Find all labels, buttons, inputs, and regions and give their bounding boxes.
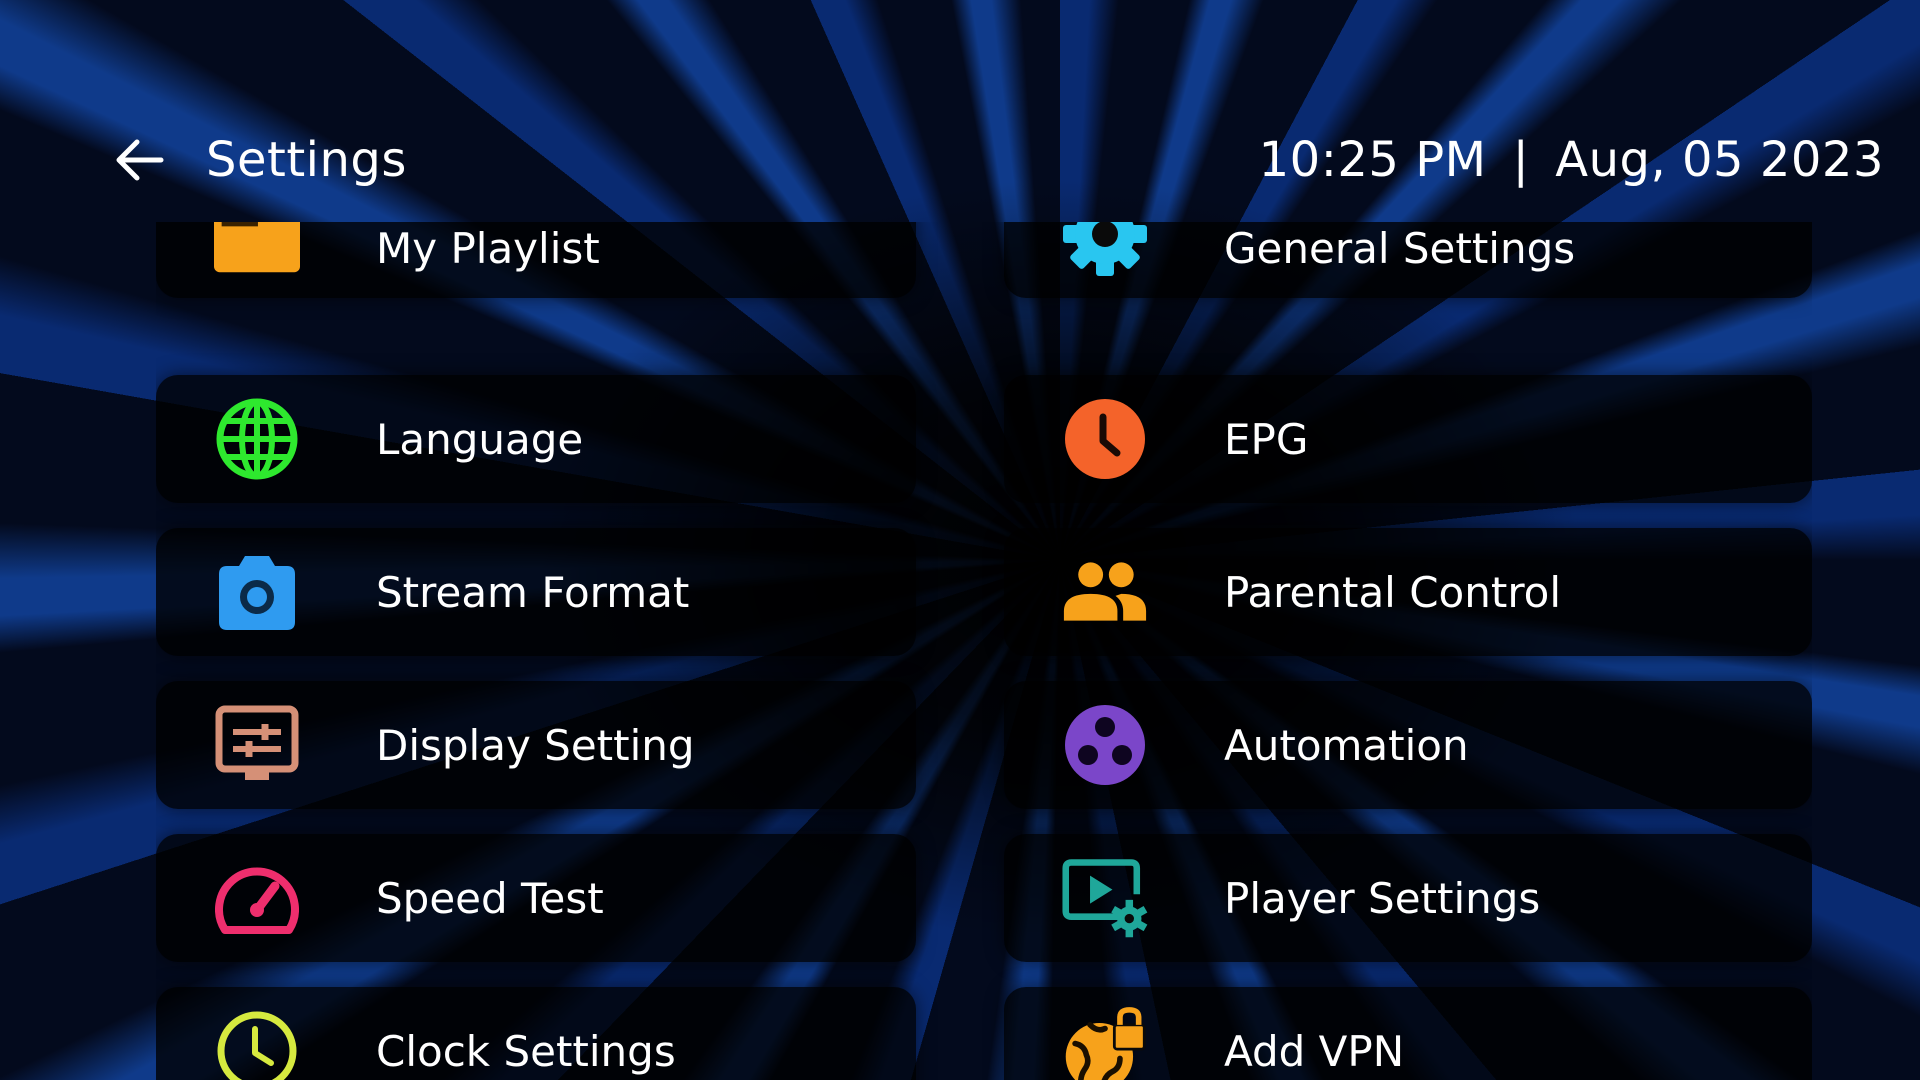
settings-item-language[interactable]: Language	[156, 375, 916, 503]
settings-item-label: Clock Settings	[376, 1026, 676, 1076]
settings-item-label: Add VPN	[1224, 1026, 1405, 1076]
monitor-sliders-icon	[214, 702, 300, 788]
speedometer-icon	[214, 855, 300, 941]
settings-item-label: Language	[376, 414, 584, 464]
datetime-separator: |	[1512, 132, 1530, 188]
vpn-globe-lock-icon	[1062, 1007, 1148, 1080]
settings-item-label: My Playlist	[376, 224, 600, 273]
datetime-display: 10:25 PM | Aug, 05 2023	[1259, 132, 1884, 188]
settings-item-label: General Settings	[1224, 224, 1576, 273]
settings-item-label: Display Setting	[376, 720, 695, 770]
playlist-icon	[214, 222, 300, 277]
settings-item-label: Automation	[1224, 720, 1469, 770]
settings-screen: Settings 10:25 PM | Aug, 05 2023 My Play…	[0, 0, 1920, 1080]
current-time: 10:25 PM	[1258, 132, 1487, 188]
settings-item-add-vpn[interactable]: Add VPN	[1004, 987, 1812, 1080]
settings-item-label: Parental Control	[1224, 567, 1562, 617]
settings-grid: My Playlist General Settings Language EP…	[156, 222, 1812, 1080]
automation-icon	[1062, 702, 1148, 788]
settings-item-epg[interactable]: EPG	[1004, 375, 1812, 503]
player-settings-icon	[1062, 855, 1148, 941]
arrow-left-icon	[116, 139, 164, 181]
settings-item-label: Speed Test	[376, 873, 604, 923]
settings-item-general-settings[interactable]: General Settings	[1004, 222, 1812, 298]
settings-item-display-setting[interactable]: Display Setting	[156, 681, 916, 809]
settings-item-clock-settings[interactable]: Clock Settings	[156, 987, 916, 1080]
globe-icon	[214, 396, 300, 482]
people-icon	[1062, 549, 1148, 635]
header-bar: Settings 10:25 PM | Aug, 05 2023	[110, 120, 1884, 200]
settings-item-player-settings[interactable]: Player Settings	[1004, 834, 1812, 962]
clock-icon	[214, 1008, 300, 1080]
settings-item-label: Player Settings	[1224, 873, 1541, 923]
gear-icon	[1062, 222, 1148, 277]
settings-item-label: Stream Format	[376, 567, 690, 617]
settings-item-speed-test[interactable]: Speed Test	[156, 834, 916, 962]
settings-item-stream-format[interactable]: Stream Format	[156, 528, 916, 656]
clock-icon	[1062, 396, 1148, 482]
back-button[interactable]	[110, 130, 170, 190]
settings-item-my-playlist[interactable]: My Playlist	[156, 222, 916, 298]
settings-item-automation[interactable]: Automation	[1004, 681, 1812, 809]
page-title: Settings	[206, 132, 407, 188]
settings-item-label: EPG	[1224, 414, 1309, 464]
current-date: Aug, 05 2023	[1555, 132, 1884, 188]
camera-icon	[214, 549, 300, 635]
settings-item-parental-control[interactable]: Parental Control	[1004, 528, 1812, 656]
